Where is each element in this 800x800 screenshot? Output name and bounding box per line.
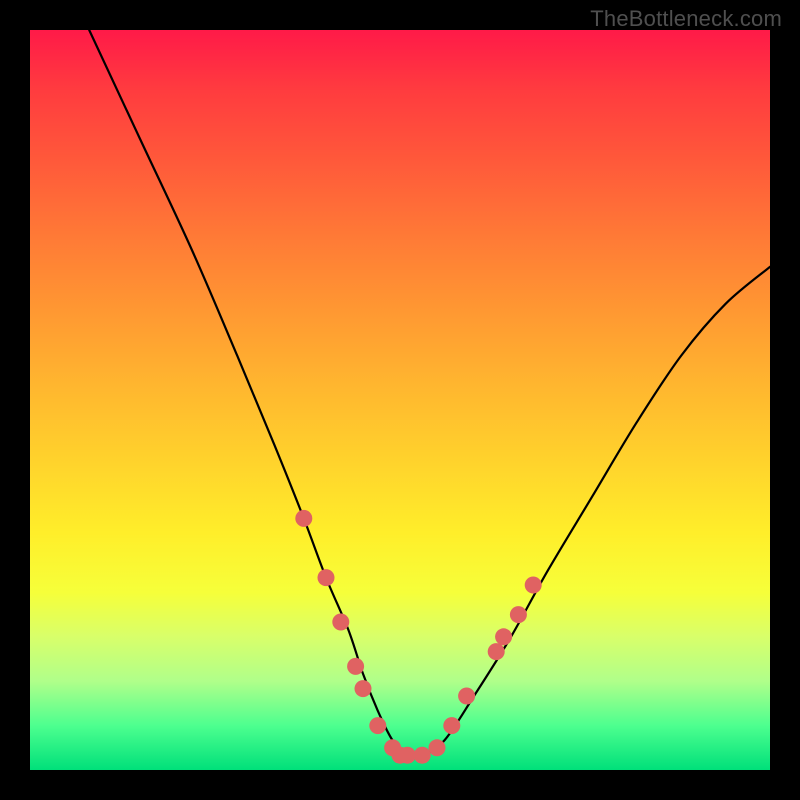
curve-marker [399,747,416,764]
curve-marker [392,747,409,764]
curve-marker [458,688,475,705]
chart-svg [30,30,770,770]
curve-marker [347,658,364,675]
curve-marker [384,739,401,756]
curve-marker [495,628,512,645]
curve-marker [443,717,460,734]
curve-marker [355,680,372,697]
curve-marker [525,577,542,594]
curve-markers-group [295,510,541,764]
chart-plot-area [30,30,770,770]
curve-marker [488,643,505,660]
curve-marker [510,606,527,623]
curve-marker [369,717,386,734]
curve-marker [414,747,431,764]
curve-marker [429,739,446,756]
watermark-text: TheBottleneck.com [590,6,782,32]
curve-marker [332,614,349,631]
bottleneck-curve [89,30,770,757]
curve-marker [295,510,312,527]
curve-marker [318,569,335,586]
